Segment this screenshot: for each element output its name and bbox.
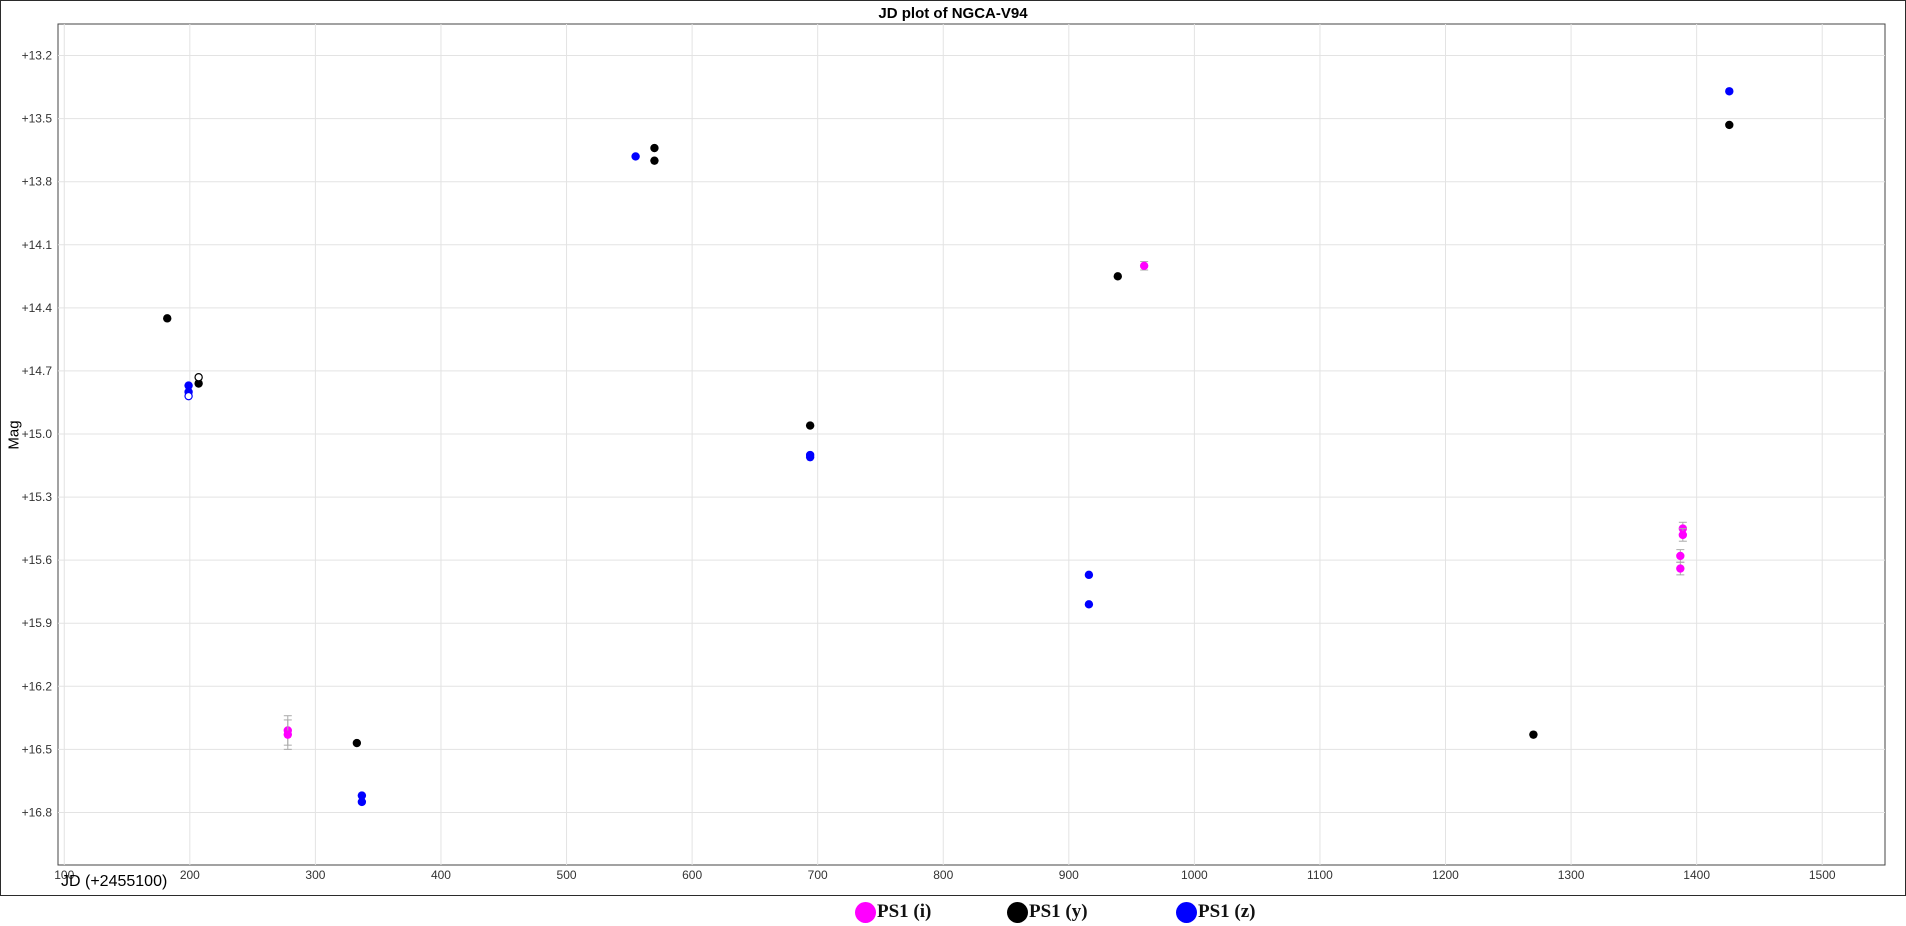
scatter-plot: 100 200 300 400 500 600 700 800 900 1000 1100 1200 1…	[22, 23, 1886, 882]
y-tick-label: +15.0	[22, 427, 53, 441]
y-tick-label: +16.8	[22, 805, 53, 819]
x-tick-label: 1300	[1558, 868, 1585, 882]
legend-swatch-ps1-z	[1176, 901, 1197, 923]
data-point-ps1-y	[650, 143, 659, 153]
data-point-ps1-i	[1676, 551, 1685, 561]
y-tick-label: +15.3	[22, 490, 53, 504]
data-point-ps1-z	[1725, 87, 1734, 96]
data-point-ps1-z	[1084, 600, 1094, 609]
data-point-ps1-i	[1676, 564, 1685, 573]
data-point-ps1-i	[1139, 261, 1149, 270]
data-point-ps1-z	[1084, 570, 1094, 580]
y-tick-label: +13.5	[22, 112, 53, 126]
y-tick-label: +13.8	[22, 175, 53, 189]
data-point-ps1-z	[631, 152, 640, 161]
legend-item-ps1-z[interactable]: PS1 (z)	[1176, 900, 1256, 924]
data-point-ps1-y	[1725, 120, 1734, 130]
x-tick-label: 1500	[1809, 868, 1836, 882]
legend-swatch-ps1-y	[1007, 901, 1028, 923]
x-tick-label: 800	[933, 868, 953, 882]
x-tick-label: 1000	[1181, 868, 1208, 882]
x-axis-title: JD (+2455100)	[61, 873, 168, 890]
data-point-ps1-y	[1529, 730, 1538, 739]
x-tick-label: 600	[682, 868, 702, 882]
y-tick-label: +14.1	[22, 238, 53, 252]
data-point-ps1-y	[352, 738, 362, 748]
x-tick-label: 1100	[1307, 868, 1333, 882]
y-tick-label: +16.5	[22, 742, 53, 756]
plot-area	[57, 23, 1886, 866]
y-tick-label: +16.2	[22, 679, 53, 693]
x-tick-label: 400	[431, 868, 451, 882]
legend-label: PS1 (i)	[877, 901, 932, 922]
x-tick-label: 1400	[1683, 868, 1710, 882]
x-tick-label: 1200	[1432, 868, 1459, 882]
y-tick-label: +13.2	[22, 49, 53, 63]
legend-label: PS1 (z)	[1198, 901, 1256, 922]
y-tick-label: +14.4	[22, 301, 53, 315]
data-point-ps1-y	[650, 156, 659, 165]
data-point-ps1-i	[1678, 530, 1688, 540]
data-point-ps1-y	[1113, 272, 1122, 281]
data-point-ps1-y	[805, 421, 815, 430]
data-point-ps1-y	[163, 314, 172, 323]
legend-label: PS1 (y)	[1029, 901, 1088, 922]
legend-item-ps1-i[interactable]: PS1 (i)	[855, 900, 931, 924]
y-axis-title: Mag	[5, 420, 23, 450]
data-point-ps1-y	[194, 373, 203, 382]
data-point-ps1-z	[805, 452, 815, 462]
x-tick-label: 300	[305, 868, 325, 882]
data-point-ps1-z	[357, 797, 367, 807]
x-tick-label: 500	[557, 868, 577, 882]
data-point-ps1-i	[283, 730, 292, 739]
legend-item-ps1-y[interactable]: PS1 (y)	[1007, 900, 1088, 924]
y-tick-label: +14.7	[22, 364, 53, 378]
x-tick-label: 900	[1059, 868, 1079, 882]
x-tick-label: 700	[808, 868, 828, 882]
y-tick-label: +15.6	[22, 553, 53, 567]
legend[interactable]: PS1 (i) PS1 (y) PS1 (z)	[0, 896, 1906, 926]
legend-swatch-ps1-i	[855, 901, 876, 923]
x-tick-label: 200	[180, 868, 200, 882]
y-tick-label: +15.9	[22, 616, 53, 630]
data-point-ps1-z	[184, 391, 193, 401]
